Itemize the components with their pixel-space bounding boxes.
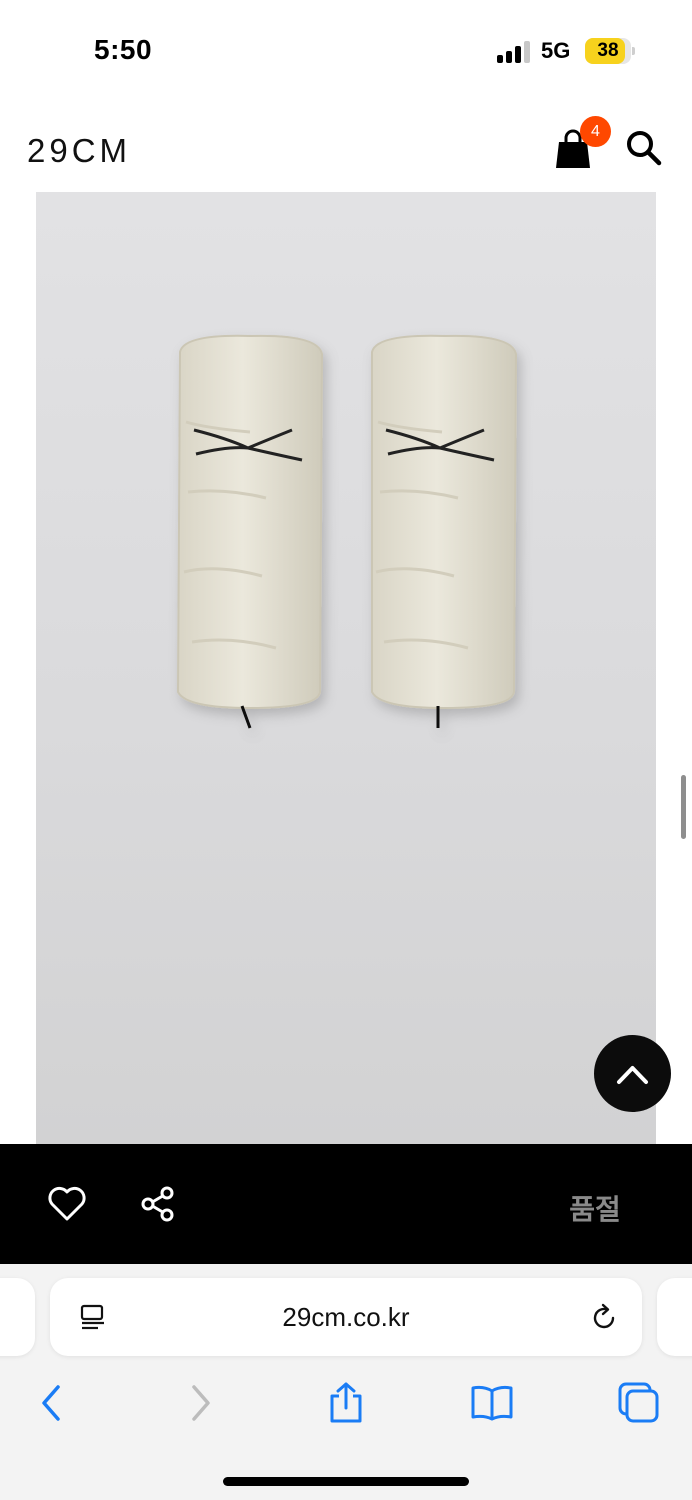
reader-icon[interactable] — [78, 1303, 108, 1333]
page-scrollbar[interactable] — [681, 775, 686, 839]
home-indicator[interactable] — [223, 1477, 469, 1486]
tabs-icon[interactable] — [617, 1381, 661, 1425]
forward-icon[interactable] — [179, 1381, 223, 1425]
product-image[interactable] — [36, 192, 656, 1144]
product-action-bar: 품절 — [0, 1144, 692, 1264]
left-leg-warmer — [176, 334, 324, 729]
cart-count-badge: 4 — [580, 116, 611, 147]
site-logo[interactable]: 29CM — [27, 132, 131, 170]
battery-level: 38 — [597, 40, 619, 61]
back-icon[interactable] — [29, 1381, 73, 1425]
browser-toolbar: 29cm.co.kr — [0, 1264, 692, 1500]
heart-icon[interactable] — [47, 1185, 87, 1223]
status-time: 5:50 — [94, 34, 153, 65]
network-type: 5G — [541, 38, 571, 63]
scroll-to-top-button[interactable] — [594, 1035, 671, 1112]
share-icon[interactable] — [138, 1184, 178, 1224]
previous-tab-preview[interactable] — [0, 1278, 35, 1356]
url-text: 29cm.co.kr — [282, 1302, 410, 1332]
share-icon[interactable] — [324, 1381, 368, 1425]
cellular-signal-icon — [497, 41, 531, 63]
search-icon[interactable] — [624, 128, 664, 168]
status-bar: 5:50 5G 38 — [0, 0, 692, 100]
right-leg-warmer — [371, 334, 518, 728]
chevron-up-icon — [617, 1066, 648, 1084]
next-tab-preview[interactable] — [657, 1278, 692, 1356]
sold-out-label: 품절 — [569, 1194, 621, 1225]
battery-icon: 38 — [585, 38, 635, 64]
address-bar[interactable]: 29cm.co.kr — [50, 1278, 642, 1356]
bookmarks-icon[interactable] — [470, 1381, 514, 1425]
reload-icon[interactable] — [588, 1302, 620, 1334]
